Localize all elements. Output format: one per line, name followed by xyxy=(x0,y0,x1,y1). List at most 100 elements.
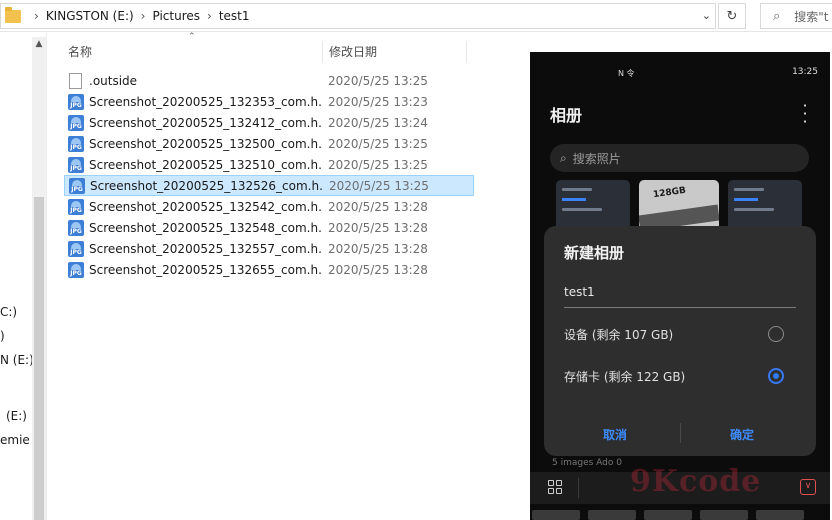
chevron-right-icon[interactable]: › xyxy=(34,9,39,23)
folder-icon xyxy=(5,6,21,23)
jpg-file-icon: JPG xyxy=(68,198,84,215)
file-row[interactable]: JPG Screenshot_20200525_132655_com.h... 20… xyxy=(64,259,474,280)
grid-icon xyxy=(548,480,562,494)
chevron-right-icon[interactable]: › xyxy=(207,9,212,23)
column-header-date[interactable]: 修改日期 xyxy=(329,43,377,60)
file-name: Screenshot_20200525_132526_com.h... xyxy=(90,178,322,193)
search-icon: ⌕ xyxy=(773,8,781,24)
file-modified-date: 2020/5/25 13:24 xyxy=(328,115,428,130)
search-input[interactable]: ⌕ 搜索"t xyxy=(760,3,832,29)
dialog-cancel-button: 取消 xyxy=(603,428,628,442)
file-modified-date: 2020/5/25 13:25 xyxy=(328,136,428,151)
dialog-button-divider xyxy=(680,423,681,443)
file-modified-date: 2020/5/25 13:28 xyxy=(328,220,428,235)
file-modified-date: 2020/5/25 13:25 xyxy=(328,73,428,88)
file-name: Screenshot_20200525_132542_com.h... xyxy=(89,199,321,214)
nav-item-e-drive[interactable]: (E:) xyxy=(6,409,27,423)
phone-tab-strip xyxy=(530,508,830,520)
column-divider[interactable] xyxy=(322,41,323,63)
status-bar-icons: N 令 xyxy=(618,69,635,78)
nav-item-c-drive[interactable]: C:) xyxy=(0,305,17,319)
file-modified-date: 2020/5/25 13:25 xyxy=(328,157,428,172)
nav-item-unknown[interactable]: ) xyxy=(0,329,5,343)
file-modified-date: 2020/5/25 13:28 xyxy=(328,241,428,256)
status-bar-time: 13:25 xyxy=(792,67,818,77)
radio-device xyxy=(768,326,784,342)
file-row[interactable]: JPG Screenshot_20200525_132526_com.h... 20… xyxy=(64,175,474,196)
thumb-line xyxy=(562,208,602,211)
dialog-title: 新建相册 xyxy=(564,244,625,262)
file-list: ⌃ 名称 修改日期 .outside 2020/5/25 13:25 JPG Scre… xyxy=(48,32,478,520)
chevron-right-icon[interactable]: › xyxy=(141,9,146,23)
breadcrumb-test1[interactable]: test1 xyxy=(219,9,250,23)
nav-scrollbar[interactable]: ▲ xyxy=(32,37,46,520)
jpg-file-icon: JPG xyxy=(68,156,84,173)
blank-file-icon xyxy=(69,72,82,89)
navigation-pane: C:) ) N (E:) (E:) emie ▲ xyxy=(0,33,47,520)
jpg-file-icon: JPG xyxy=(68,114,84,131)
thumb-line xyxy=(562,188,592,191)
file-name: Screenshot_20200525_132510_com.h... xyxy=(89,157,321,172)
file-modified-date: 2020/5/25 13:28 xyxy=(328,262,428,277)
phone-tab xyxy=(700,510,748,520)
file-name: Screenshot_20200525_132412_com.h... xyxy=(89,115,321,130)
file-row[interactable]: JPG Screenshot_20200525_132353_com.h... 20… xyxy=(64,91,474,112)
thumb-line xyxy=(734,198,758,201)
breadcrumb-pictures[interactable]: Pictures xyxy=(152,9,200,23)
file-name: Screenshot_20200525_132548_com.h... xyxy=(89,220,321,235)
phone-tab xyxy=(644,510,692,520)
phone-tab xyxy=(532,510,580,520)
file-row[interactable]: JPG Screenshot_20200525_132548_com.h... 20… xyxy=(64,217,474,238)
column-divider[interactable] xyxy=(466,41,467,63)
thumb-line xyxy=(734,188,764,191)
chevron-down-icon[interactable]: ⌄ xyxy=(702,9,711,22)
breadcrumb-drive[interactable]: KINGSTON (E:) xyxy=(46,9,134,23)
file-row[interactable]: JPG Screenshot_20200525_132510_com.h... 20… xyxy=(64,154,474,175)
album-captions: 5 images Ado 0 xyxy=(552,458,622,468)
jpg-file-icon: JPG xyxy=(68,93,84,110)
nav-scrollbar-thumb[interactable] xyxy=(34,197,44,520)
file-name: Screenshot_20200525_132557_com.h... xyxy=(89,241,321,256)
jpg-file-icon: JPG xyxy=(68,240,84,257)
thumb-line xyxy=(734,208,774,211)
nav-item-kingston[interactable]: N (E:) xyxy=(0,353,34,367)
phone-search-placeholder: 搜索照片 xyxy=(572,151,621,166)
file-row[interactable]: JPG Screenshot_20200525_132412_com.h... 20… xyxy=(64,112,474,133)
file-name: Screenshot_20200525_132500_com.h... xyxy=(89,136,321,151)
file-name: Screenshot_20200525_132655_com.h... xyxy=(89,262,321,277)
file-name: .outside xyxy=(89,73,138,88)
nav-item-premiere[interactable]: emie xyxy=(0,433,30,447)
file-row[interactable]: .outside 2020/5/25 13:25 xyxy=(64,70,474,91)
jpg-file-icon: JPG xyxy=(68,135,84,152)
thumb-text: 128GB xyxy=(652,185,687,201)
explorer-window: › KINGSTON (E:) › Pictures › test1 ⌄ ↻ ⌕… xyxy=(0,0,832,520)
search-placeholder: 搜索"t xyxy=(794,9,829,24)
more-options-icon: · · · xyxy=(802,96,808,131)
column-header-name[interactable]: 名称 xyxy=(68,43,92,60)
refresh-icon: ↻ xyxy=(726,8,738,24)
file-modified-date: 2020/5/25 13:25 xyxy=(329,178,429,193)
refresh-button[interactable]: ↻ xyxy=(718,3,746,29)
download-icon: ∨ xyxy=(800,479,816,495)
file-row[interactable]: JPG Screenshot_20200525_132557_com.h... 20… xyxy=(64,238,474,259)
scroll-up-arrow-icon[interactable]: ▲ xyxy=(32,39,46,49)
album-name-field: test1 xyxy=(564,282,796,308)
sort-ascending-icon: ⌃ xyxy=(188,32,196,42)
new-album-dialog: 新建相册 test1 设备 (剩余 107 GB) 存储卡 (剩余 122 GB… xyxy=(544,226,816,456)
jpg-file-icon: JPG xyxy=(69,177,85,194)
phone-tab xyxy=(588,510,636,520)
address-bar-area: › KINGSTON (E:) › Pictures › test1 ⌄ ↻ ⌕… xyxy=(0,0,832,32)
thumb-line xyxy=(562,198,586,201)
address-bar[interactable]: › KINGSTON (E:) › Pictures › test1 ⌄ xyxy=(0,3,716,29)
option-sd-card: 存储卡 (剩余 122 GB) xyxy=(564,370,686,384)
file-row[interactable]: JPG Screenshot_20200525_132500_com.h... 20… xyxy=(64,133,474,154)
bar-divider xyxy=(578,478,579,498)
app-title: 相册 xyxy=(550,106,583,125)
jpg-file-icon: JPG xyxy=(68,261,84,278)
option-device: 设备 (剩余 107 GB) xyxy=(564,328,674,342)
phone-tab xyxy=(756,510,804,520)
watermark: 9Kcode xyxy=(630,464,762,499)
file-row[interactable]: JPG Screenshot_20200525_132542_com.h... 20… xyxy=(64,196,474,217)
jpg-file-icon: JPG xyxy=(68,219,84,236)
preview-pane-image: N 令 13:25 相册 · · · ⌕ 搜索照片 128GB 新建相册 test1… xyxy=(530,52,830,520)
